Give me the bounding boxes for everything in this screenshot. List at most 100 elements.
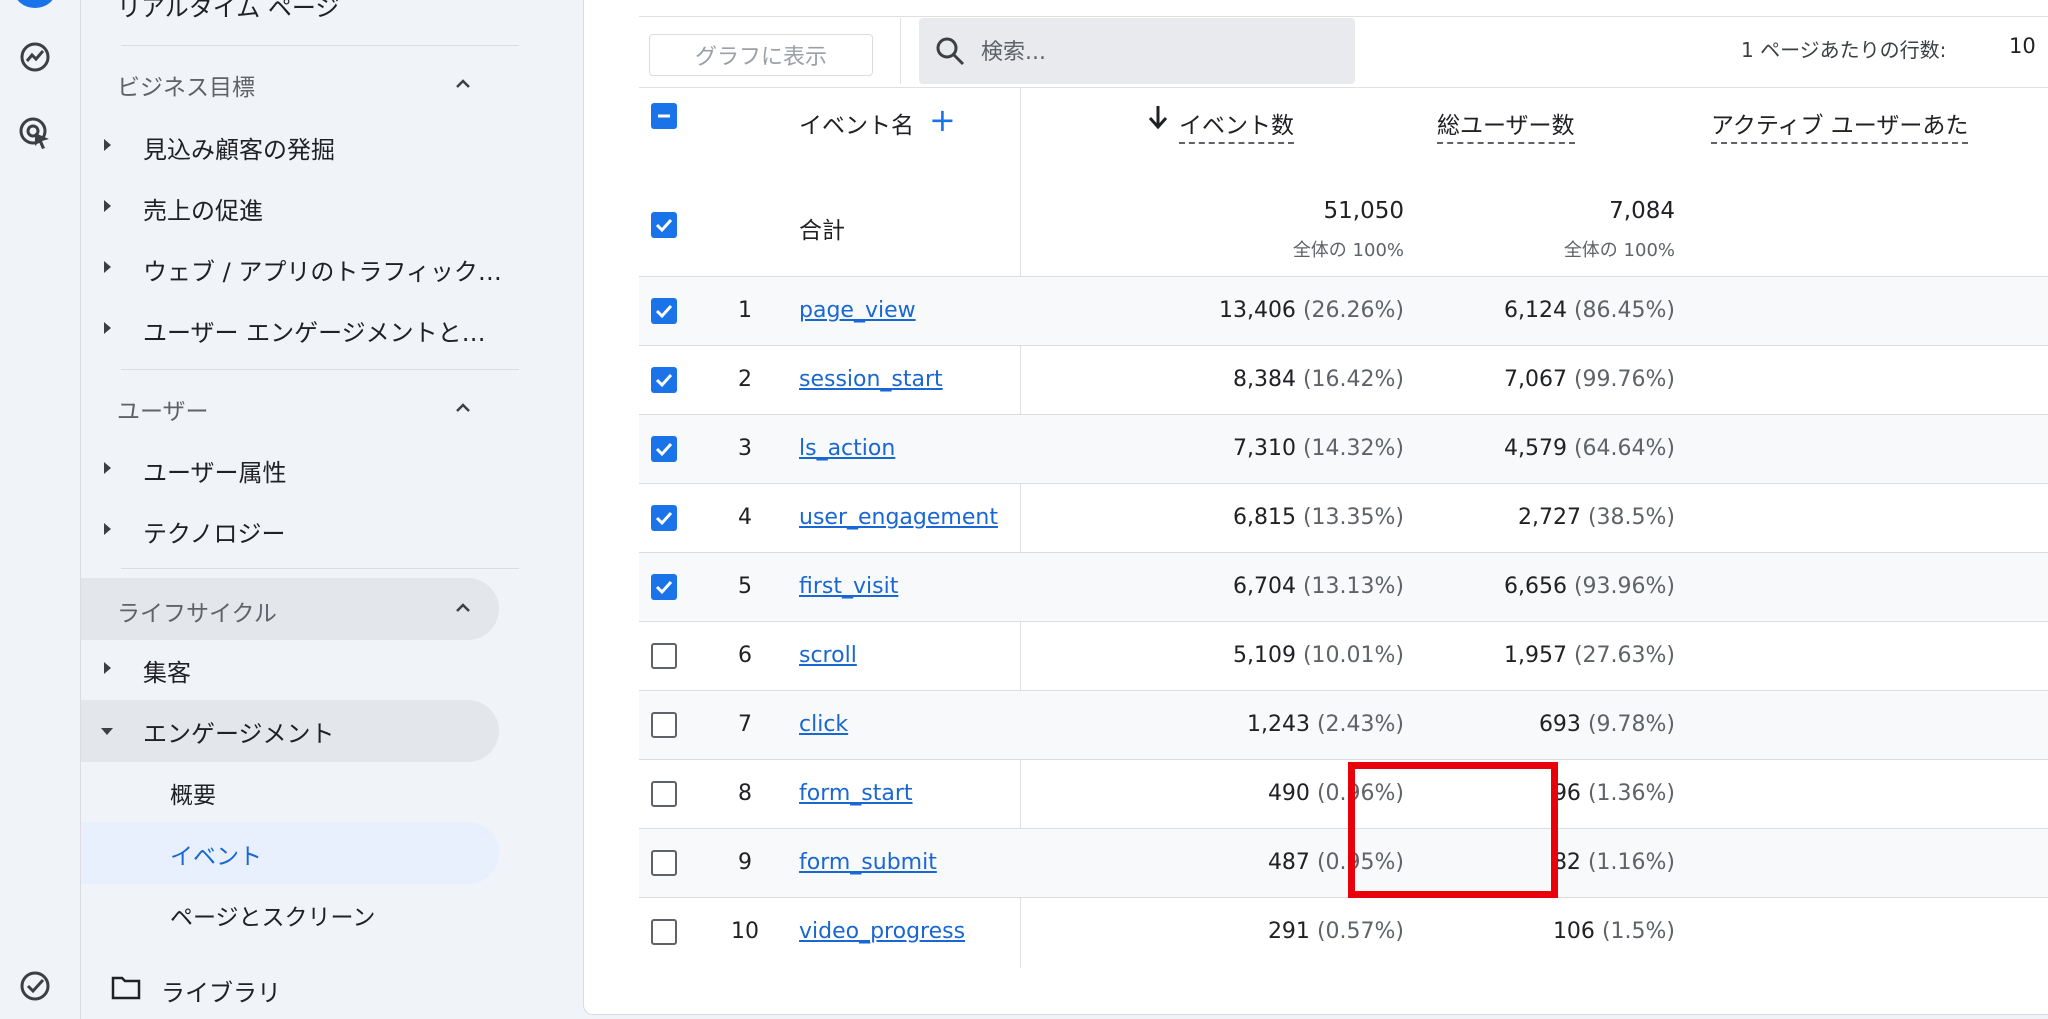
sidebar-item-pages-screens[interactable]: ページとスクリーン: [170, 898, 375, 932]
total-users: 7,084: [1609, 198, 1675, 224]
row-checkbox[interactable]: [651, 850, 677, 876]
events-table-card: グラフに表示 1 ページあたりの行数: 10 イベント名 + イベント数 総ユー…: [583, 0, 2048, 1015]
event-name-link[interactable]: ls_action: [799, 436, 895, 461]
search-icon: [936, 37, 965, 66]
event-name-link[interactable]: scroll: [799, 643, 857, 668]
column-header-total-users[interactable]: 総ユーザー数: [1437, 106, 1575, 144]
event-count-cell: 291 (0.57%): [1079, 919, 1404, 944]
total-users-percent: (1.16%): [1587, 850, 1675, 875]
sidebar-item-library[interactable]: ライブラリ: [161, 973, 281, 1008]
sidebar-item-technology[interactable]: テクノロジー: [143, 514, 286, 549]
table-row: 1 page_view 13,406 (26.26%) 6,124 (86.45%): [639, 276, 2048, 346]
total-users-value: 6,124: [1503, 298, 1567, 323]
row-checkbox[interactable]: [651, 367, 677, 393]
configure-icon[interactable]: [14, 965, 56, 1007]
sort-descending-arrow-icon[interactable]: [1147, 104, 1169, 130]
event-count-value: 7,310: [1232, 436, 1296, 461]
expand-caret-icon[interactable]: [104, 200, 111, 212]
row-checkbox[interactable]: [651, 298, 677, 324]
column-header-active-users-per[interactable]: アクティブ ユーザーあた: [1711, 106, 1969, 144]
event-name-link[interactable]: form_submit: [799, 850, 937, 875]
event-name-link[interactable]: video_progress: [799, 919, 965, 944]
total-event-count: 51,050: [1323, 198, 1404, 224]
event-count-cell: 5,109 (10.01%): [1079, 643, 1404, 668]
row-rank: 4: [738, 505, 752, 530]
divider: [121, 568, 519, 569]
event-name-link[interactable]: form_start: [799, 781, 913, 806]
home-icon[interactable]: [14, 0, 56, 8]
total-users-percent: (93.96%): [1573, 574, 1675, 599]
table-row: 5 first_visit 6,704 (13.13%) 6,656 (93.96%): [639, 552, 2048, 622]
chevron-up-icon[interactable]: [451, 396, 475, 420]
column-header-event-count[interactable]: イベント数: [1179, 106, 1294, 144]
sidebar-item-web-app-traffic[interactable]: ウェブ / アプリのトラフィック…: [143, 252, 502, 287]
sidebar-item-acquisition[interactable]: 集客: [143, 653, 191, 688]
search-input[interactable]: [979, 34, 1343, 70]
sidebar-item-drive-sales[interactable]: 売上の促進: [143, 191, 263, 226]
event-count-cell: 13,406 (26.26%): [1079, 298, 1404, 323]
expand-caret-icon[interactable]: [104, 322, 111, 334]
table-row: 3 ls_action 7,310 (14.32%) 4,579 (64.64%): [639, 414, 2048, 484]
total-users-cell: 2,727 (38.5%): [1379, 505, 1675, 530]
add-dimension-plus-icon[interactable]: +: [929, 104, 956, 136]
sidebar-item-demographics[interactable]: ユーザー属性: [143, 453, 287, 488]
sidebar-item-events[interactable]: イベント: [170, 837, 262, 871]
rows-per-page-select[interactable]: 10: [2009, 34, 2036, 58]
event-name-link[interactable]: user_engagement: [799, 505, 998, 530]
column-header-event-name[interactable]: イベント名: [799, 106, 914, 140]
expand-caret-icon[interactable]: [104, 462, 111, 474]
row-checkbox[interactable]: [651, 712, 677, 738]
collapse-caret-icon[interactable]: [101, 728, 113, 735]
expand-caret-icon[interactable]: [104, 662, 111, 674]
row-checkbox[interactable]: [651, 643, 677, 669]
total-row-checkbox[interactable]: [651, 212, 677, 238]
sidebar-item-lead-generation[interactable]: 見込み顧客の発掘: [143, 130, 335, 165]
row-checkbox[interactable]: [651, 574, 677, 600]
expand-caret-icon[interactable]: [104, 261, 111, 273]
row-checkbox[interactable]: [651, 505, 677, 531]
row-rank: 7: [738, 712, 752, 737]
section-heading-business-goals[interactable]: ビジネス目標: [117, 68, 255, 102]
expand-caret-icon[interactable]: [104, 523, 111, 535]
event-count-cell: 1,243 (2.43%): [1079, 712, 1404, 737]
sidebar-item-realtime-pages[interactable]: リアルタイム ページ: [117, 0, 339, 23]
plot-rows-button[interactable]: グラフに表示: [649, 34, 873, 76]
total-users-percent: (1.5%): [1601, 919, 1675, 944]
row-rank: 1: [738, 298, 752, 323]
total-event-count-share: 全体の 100%: [1292, 240, 1404, 261]
total-users-value: 2,727: [1517, 505, 1581, 530]
event-count-cell: 6,815 (13.35%): [1079, 505, 1404, 530]
explore-icon[interactable]: [14, 36, 56, 78]
event-name-link[interactable]: page_view: [799, 298, 916, 323]
select-all-checkbox[interactable]: [651, 103, 677, 129]
sidebar-item-overview[interactable]: 概要: [170, 776, 216, 810]
total-users-cell: 82 (1.16%): [1379, 850, 1675, 875]
chevron-up-icon[interactable]: [451, 72, 475, 96]
total-users-cell: 1,957 (27.63%): [1379, 643, 1675, 668]
row-rank: 2: [738, 367, 752, 392]
row-checkbox[interactable]: [651, 781, 677, 807]
section-heading-user[interactable]: ユーザー: [117, 392, 209, 426]
search-box: [919, 18, 1355, 84]
section-heading-lifecycle[interactable]: ライフサイクル: [117, 594, 277, 628]
total-users-cell: 6,656 (93.96%): [1379, 574, 1675, 599]
event-name-link[interactable]: click: [799, 712, 848, 737]
advertising-icon[interactable]: [14, 112, 56, 154]
total-row-label: 合計: [799, 218, 845, 244]
event-count-value: 291: [1267, 919, 1310, 944]
total-users-cell: 106 (1.5%): [1379, 919, 1675, 944]
chevron-up-icon[interactable]: [451, 596, 475, 620]
sidebar-item-engagement[interactable]: エンゲージメント: [143, 714, 335, 749]
row-rank: 6: [738, 643, 752, 668]
expand-caret-icon[interactable]: [104, 139, 111, 151]
row-checkbox[interactable]: [651, 919, 677, 945]
event-name-link[interactable]: session_start: [799, 367, 943, 392]
event-name-link[interactable]: first_visit: [799, 574, 898, 599]
sidebar-item-user-engagement-retention[interactable]: ユーザー エンゲージメントと…: [143, 313, 486, 348]
total-users-value: 7,067: [1503, 367, 1567, 392]
total-users-value: 693: [1538, 712, 1581, 737]
table-row: 2 session_start 8,384 (16.42%) 7,067 (99.76…: [639, 345, 2048, 415]
row-checkbox[interactable]: [651, 436, 677, 462]
row-rank: 9: [738, 850, 752, 875]
event-count-cell: 487 (0.95%): [1079, 850, 1404, 875]
